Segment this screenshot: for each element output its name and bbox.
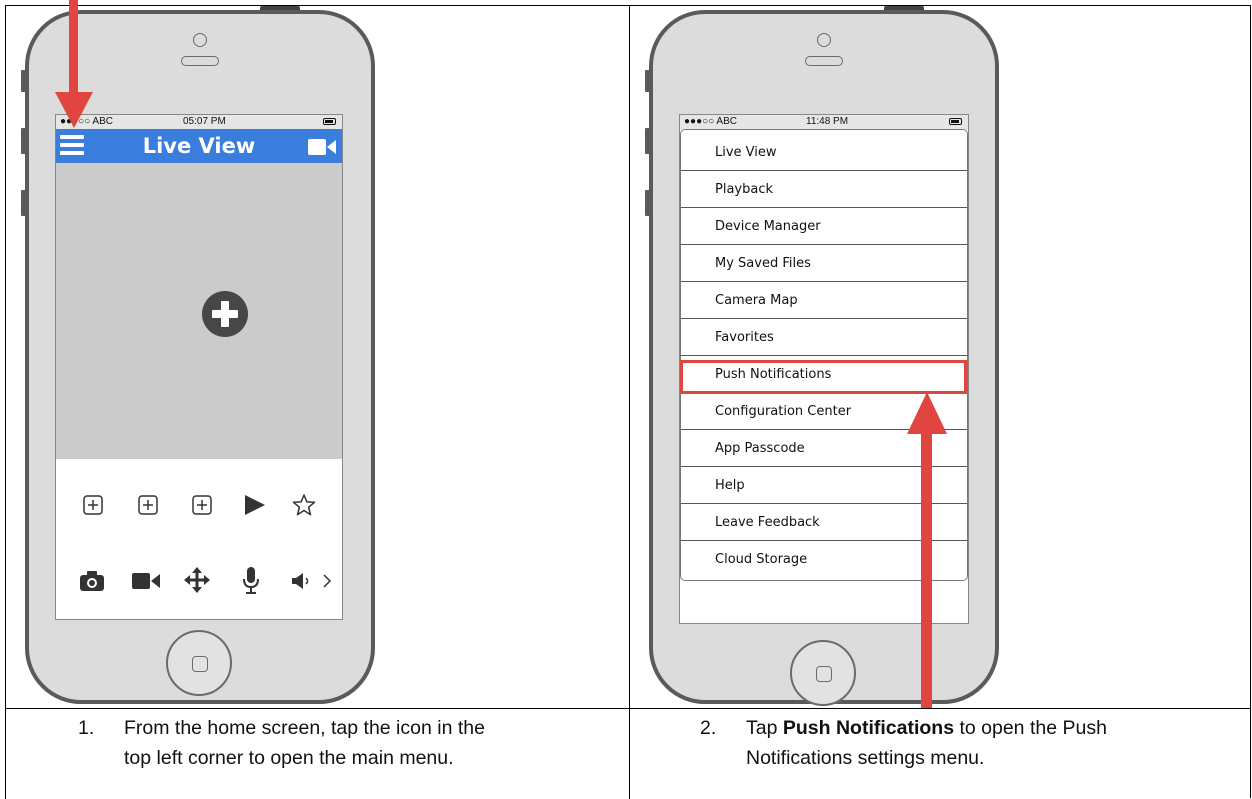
status-time: 11:48 PM bbox=[806, 116, 849, 127]
add-box-icon[interactable] bbox=[192, 495, 212, 515]
page-title: Live View bbox=[142, 134, 256, 158]
video-camera-icon[interactable] bbox=[308, 138, 336, 156]
star-icon[interactable] bbox=[292, 493, 316, 517]
move-icon[interactable] bbox=[184, 567, 210, 593]
table-left-border bbox=[5, 5, 6, 799]
left-phone-screen: ●●●○○ ABC 05:07 PM Live View bbox=[55, 114, 343, 620]
earpiece-speaker bbox=[181, 56, 219, 66]
push-notifications-highlight bbox=[680, 360, 967, 394]
step-2-line-1: Tap Push Notifications to open the Push bbox=[746, 717, 1107, 739]
menu-item-playback[interactable]: Playback bbox=[681, 171, 967, 208]
chevron-right-icon[interactable] bbox=[322, 573, 332, 589]
menu-item-my-saved-files[interactable]: My Saved Files bbox=[681, 245, 967, 282]
playback-toolbar bbox=[56, 459, 342, 550]
push-notifications-emphasis: Push Notifications bbox=[782, 717, 955, 739]
microphone-icon[interactable] bbox=[242, 567, 260, 595]
live-view-area[interactable] bbox=[56, 163, 342, 460]
battery-icon bbox=[323, 118, 336, 125]
table-column-divider bbox=[629, 5, 630, 799]
carrier-label: ●●●○○ ABC bbox=[684, 116, 737, 127]
speaker-icon[interactable] bbox=[292, 573, 314, 589]
add-box-icon[interactable] bbox=[83, 495, 103, 515]
status-bar: ●●●○○ ABC 05:07 PM bbox=[56, 115, 342, 129]
battery-icon bbox=[949, 118, 962, 125]
camera-icon[interactable] bbox=[80, 571, 104, 591]
home-button[interactable] bbox=[166, 630, 232, 696]
status-bar: ●●●○○ ABC 11:48 PM bbox=[680, 115, 968, 129]
app-header: Live View bbox=[56, 129, 342, 163]
step-2: 2. Tap Push Notifications to open the Pu… bbox=[700, 714, 1240, 794]
step-number: 2. bbox=[700, 717, 717, 739]
menu-item-camera-map[interactable]: Camera Map bbox=[681, 282, 967, 319]
table-row-divider bbox=[5, 708, 1250, 709]
menu-item-favorites[interactable]: Favorites bbox=[681, 319, 967, 356]
menu-item-live-view[interactable]: Live View bbox=[681, 134, 967, 171]
add-box-icon[interactable] bbox=[138, 495, 158, 515]
status-time: 05:07 PM bbox=[183, 116, 226, 127]
add-camera-icon[interactable] bbox=[202, 291, 248, 337]
controls-toolbar bbox=[56, 549, 342, 615]
step-2-line-2: Notifications settings menu. bbox=[746, 747, 985, 769]
front-camera-icon bbox=[193, 33, 207, 47]
front-camera-icon bbox=[817, 33, 831, 47]
play-icon[interactable] bbox=[242, 493, 266, 517]
step-number: 1. bbox=[78, 717, 95, 739]
step-1: 1. From the home screen, tap the icon in… bbox=[78, 714, 618, 794]
home-button[interactable] bbox=[790, 640, 856, 706]
step-1-line-1: From the home screen, tap the icon in th… bbox=[124, 717, 485, 739]
menu-item-device-manager[interactable]: Device Manager bbox=[681, 208, 967, 245]
video-icon[interactable] bbox=[132, 573, 160, 589]
step-1-line-2: top left corner to open the main menu. bbox=[124, 747, 454, 769]
earpiece-speaker bbox=[805, 56, 843, 66]
